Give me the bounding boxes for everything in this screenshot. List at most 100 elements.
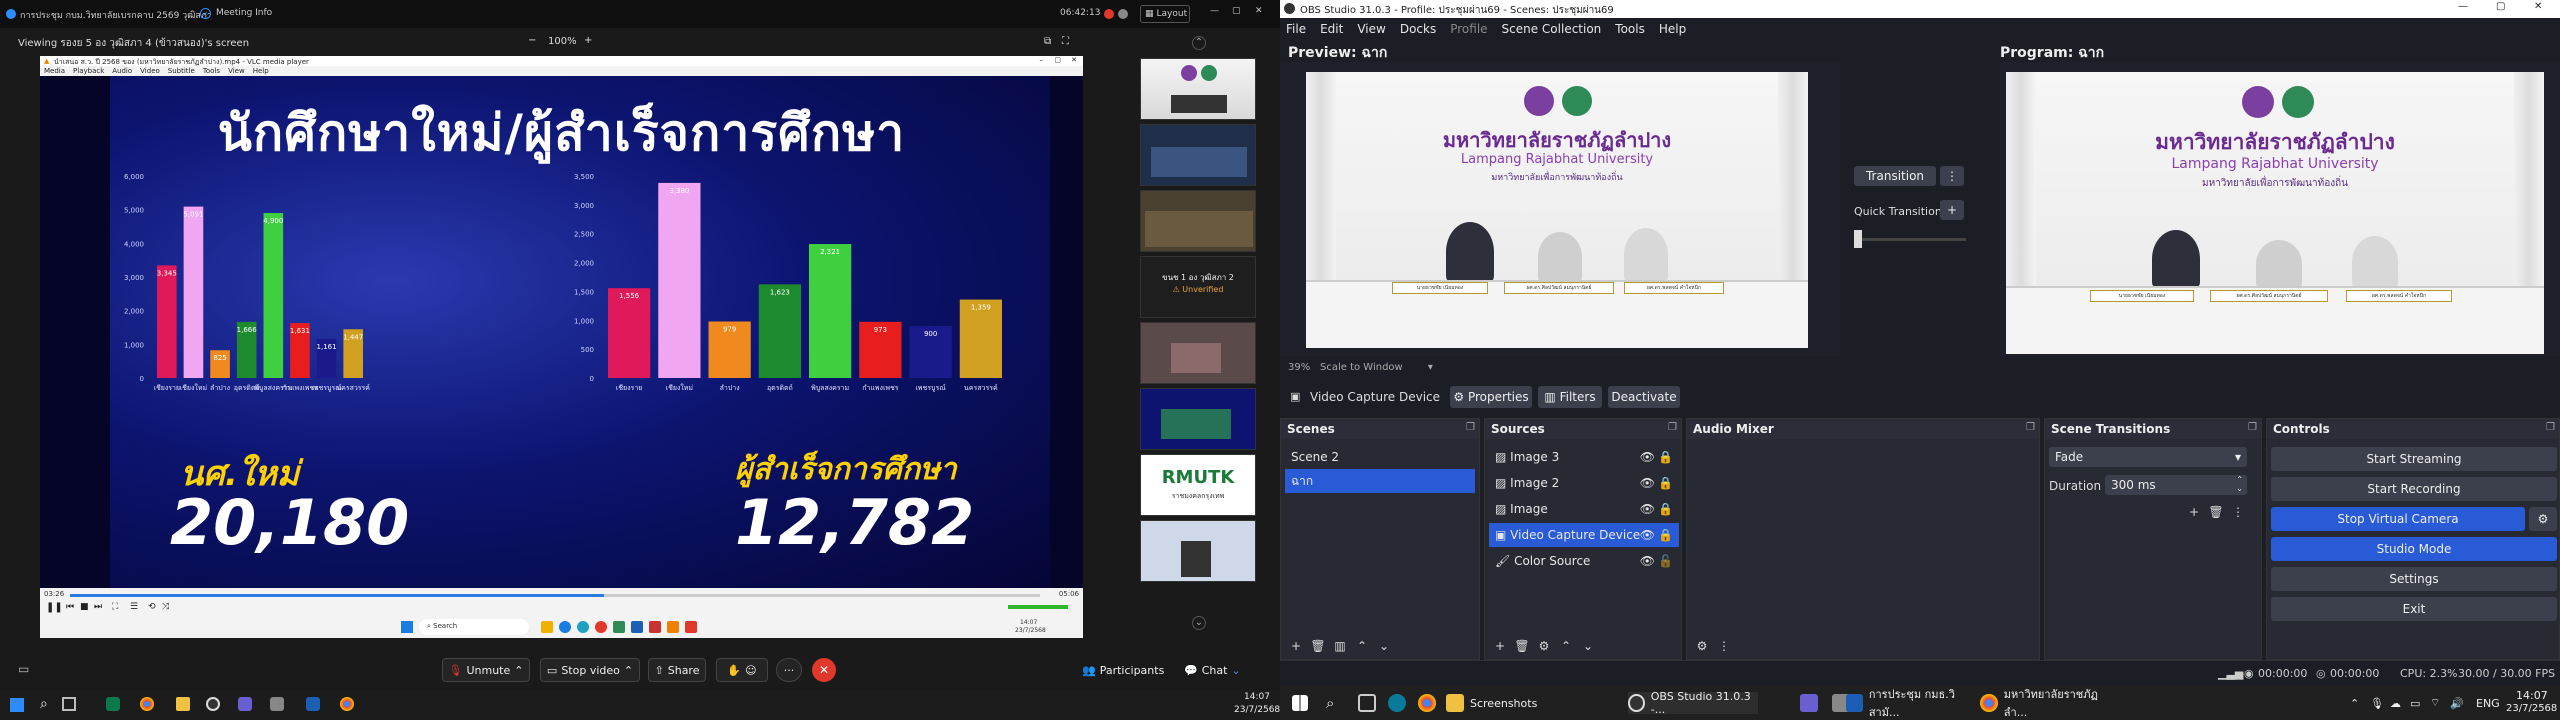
studio-mode-button[interactable]: Studio Mode <box>2271 537 2557 561</box>
start-streaming-button[interactable]: Start Streaming <box>2271 447 2557 471</box>
participant-tile-4[interactable]: ขนช 1 อง วุฒิสภา 2 ⚠ Unverified <box>1140 256 1256 318</box>
deactivate-button[interactable]: Deactivate <box>1608 386 1680 408</box>
scene-down-icon[interactable]: ⌄ <box>1375 637 1393 655</box>
filters-button[interactable]: ▥ Filters <box>1538 386 1602 408</box>
zoom-out-icon[interactable]: − <box>528 35 536 46</box>
menu-tools[interactable]: Tools <box>1615 22 1645 36</box>
record-icon[interactable] <box>1104 9 1114 19</box>
source-item-image-2[interactable]: ▨ Image 2 👁 🔒 <box>1489 471 1679 495</box>
fit-icon[interactable]: ⛶ <box>1062 36 1069 47</box>
zoom-in-icon[interactable]: + <box>584 35 592 46</box>
obs-maximize-icon[interactable]: ▢ <box>2496 1 2505 12</box>
share-button[interactable]: ⇧ Share <box>648 658 706 682</box>
dock-undock-icon[interactable]: ❐ <box>1668 422 1677 433</box>
source-item-color-source[interactable]: 🖌 Color Source 👁 🔓 <box>1489 549 1679 573</box>
vlc-volume-bar[interactable] <box>1008 605 1068 609</box>
add-quick-transition-button[interactable]: + <box>1940 200 1964 220</box>
volume-icon[interactable]: 🔊 <box>2450 692 2464 714</box>
app-icon-c[interactable] <box>306 697 320 711</box>
windows-start-icon[interactable] <box>1292 692 1308 714</box>
transition-menu-icon[interactable]: ⋮ <box>2229 503 2247 521</box>
vlc-playlist-icon[interactable]: ☰ <box>130 602 138 612</box>
remove-transition-icon[interactable]: 🗑 <box>2207 503 2225 521</box>
transition-select[interactable]: Fade ▾ <box>2049 447 2247 467</box>
exit-button[interactable]: Exit <box>2271 597 2557 621</box>
taskbar-screenshots[interactable]: Screenshots <box>1446 692 1546 714</box>
add-transition-icon[interactable]: + <box>2185 503 2203 521</box>
vlc-menu-subtitle[interactable]: Subtitle <box>168 67 195 75</box>
transition-button[interactable]: Transition <box>1854 166 1936 186</box>
eye-icon[interactable]: 👁 <box>1640 450 1655 464</box>
preview-area[interactable]: มหาวิทยาลัยราชภัฏลำปาง Lampang Rajabhat … <box>1280 62 1840 356</box>
battery-icon[interactable]: ▭ <box>2410 692 2420 714</box>
menu-view[interactable]: View <box>1357 22 1385 36</box>
source-properties-icon[interactable]: ⚙ <box>1535 637 1553 655</box>
eye-icon[interactable]: 👁 <box>1640 528 1655 542</box>
vlc-pause-icon[interactable]: ❚❚ <box>46 602 63 613</box>
obs-minimize-icon[interactable]: — <box>2458 1 2468 12</box>
cloud-icon[interactable]: ☁ <box>2390 692 2401 714</box>
windows-start-icon[interactable] <box>10 698 24 712</box>
app-icon-purple[interactable] <box>1800 692 1818 714</box>
add-source-icon[interactable]: + <box>1491 637 1509 655</box>
source-item-image[interactable]: ▨ Image 👁 🔒 <box>1489 497 1679 521</box>
strip-up-icon[interactable]: ⌃ <box>1192 36 1206 50</box>
vlc-menu-view[interactable]: View <box>228 67 245 75</box>
eye-icon[interactable]: 👁 <box>1640 502 1655 516</box>
participant-tile-1[interactable] <box>1140 58 1256 120</box>
chrome-icon-2[interactable] <box>340 697 354 711</box>
eye-icon[interactable]: 👁 <box>1640 554 1655 568</box>
taskbar-meeting[interactable]: การประชุม กมธ.วิสามั... <box>1846 688 1978 719</box>
vlc-seekbar[interactable] <box>70 594 1040 597</box>
participants-button[interactable]: 👥 Participants <box>1082 664 1164 677</box>
duration-input[interactable]: 300 ms ⌃ ⌄ <box>2105 475 2247 495</box>
taskbar-obs[interactable]: OBS Studio 31.0.3 -... <box>1628 690 1758 716</box>
start-recording-button[interactable]: Start Recording <box>2271 477 2557 501</box>
mixer-menu-icon[interactable]: ⋮ <box>1715 637 1733 655</box>
chat-button[interactable]: 💬 Chat ⌄ <box>1184 664 1241 677</box>
vlc-fullscreen-icon[interactable]: ⛶ <box>112 602 118 612</box>
app-icon-b[interactable] <box>270 697 284 711</box>
task-view-icon[interactable] <box>1358 692 1376 714</box>
vlc-menu-playback[interactable]: Playback <box>73 67 104 75</box>
edge-icon[interactable] <box>1388 692 1406 714</box>
vlc-maximize-icon[interactable]: ▢ <box>1054 56 1061 64</box>
lock-icon[interactable]: 🔒 <box>1658 450 1673 464</box>
vlc-menu-tools[interactable]: Tools <box>203 67 220 75</box>
task-view-icon[interactable] <box>62 697 76 711</box>
dock-undock-icon[interactable]: ❐ <box>2546 422 2555 433</box>
search-icon[interactable]: ⌕ <box>40 696 48 712</box>
source-item-video-capture[interactable]: ▣ Video Capture Device 👁 🔒 <box>1489 523 1679 547</box>
more-button[interactable]: ··· <box>776 658 802 682</box>
vlc-menu-video[interactable]: Video <box>140 67 160 75</box>
obs-close-icon[interactable]: ✕ <box>2534 1 2542 12</box>
menu-profile[interactable]: Profile <box>1450 22 1487 36</box>
remove-source-icon[interactable]: 🗑 <box>1513 637 1531 655</box>
vlc-menu-media[interactable]: Media <box>44 67 65 75</box>
close-icon[interactable]: ✕ <box>1255 6 1263 16</box>
edge-icon[interactable] <box>106 697 120 711</box>
menu-docks[interactable]: Docks <box>1400 22 1436 36</box>
wifi-icon[interactable]: ⌔ <box>2430 692 2440 714</box>
participant-tile-7[interactable]: RMUTK ราชมงคลกรุงเทพ <box>1140 454 1256 516</box>
source-up-icon[interactable]: ⌃ <box>1557 637 1575 655</box>
menu-scene-collection[interactable]: Scene Collection <box>1502 22 1602 36</box>
zoom-level[interactable]: 100% <box>548 36 577 47</box>
menu-file[interactable]: File <box>1286 22 1306 36</box>
participant-tile-2[interactable] <box>1140 124 1256 186</box>
menu-help[interactable]: Help <box>1659 22 1686 36</box>
participant-tile-8[interactable] <box>1140 520 1256 582</box>
virtual-camera-settings-button[interactable]: ⚙ <box>2529 507 2557 531</box>
eye-icon[interactable]: 👁 <box>1640 476 1655 490</box>
scene-item-scene-2[interactable]: Scene 2 <box>1285 445 1475 469</box>
reactions-button[interactable]: ✋ ☺ <box>716 658 768 682</box>
vlc-stop-icon[interactable]: ■ <box>80 602 89 612</box>
scale-dropdown[interactable]: Scale to Window ▾ <box>1320 362 1433 373</box>
search-icon[interactable]: ⌕ <box>1326 692 1334 714</box>
stop-virtual-camera-button[interactable]: Stop Virtual Camera <box>2271 507 2525 531</box>
layout-button[interactable]: ▦ Layout <box>1140 5 1190 23</box>
vlc-menu-audio[interactable]: Audio <box>112 67 132 75</box>
mic-icon[interactable]: 🎙 <box>2370 692 2384 714</box>
unlock-icon[interactable]: 🔓 <box>1658 554 1673 568</box>
menu-edit[interactable]: Edit <box>1320 22 1343 36</box>
